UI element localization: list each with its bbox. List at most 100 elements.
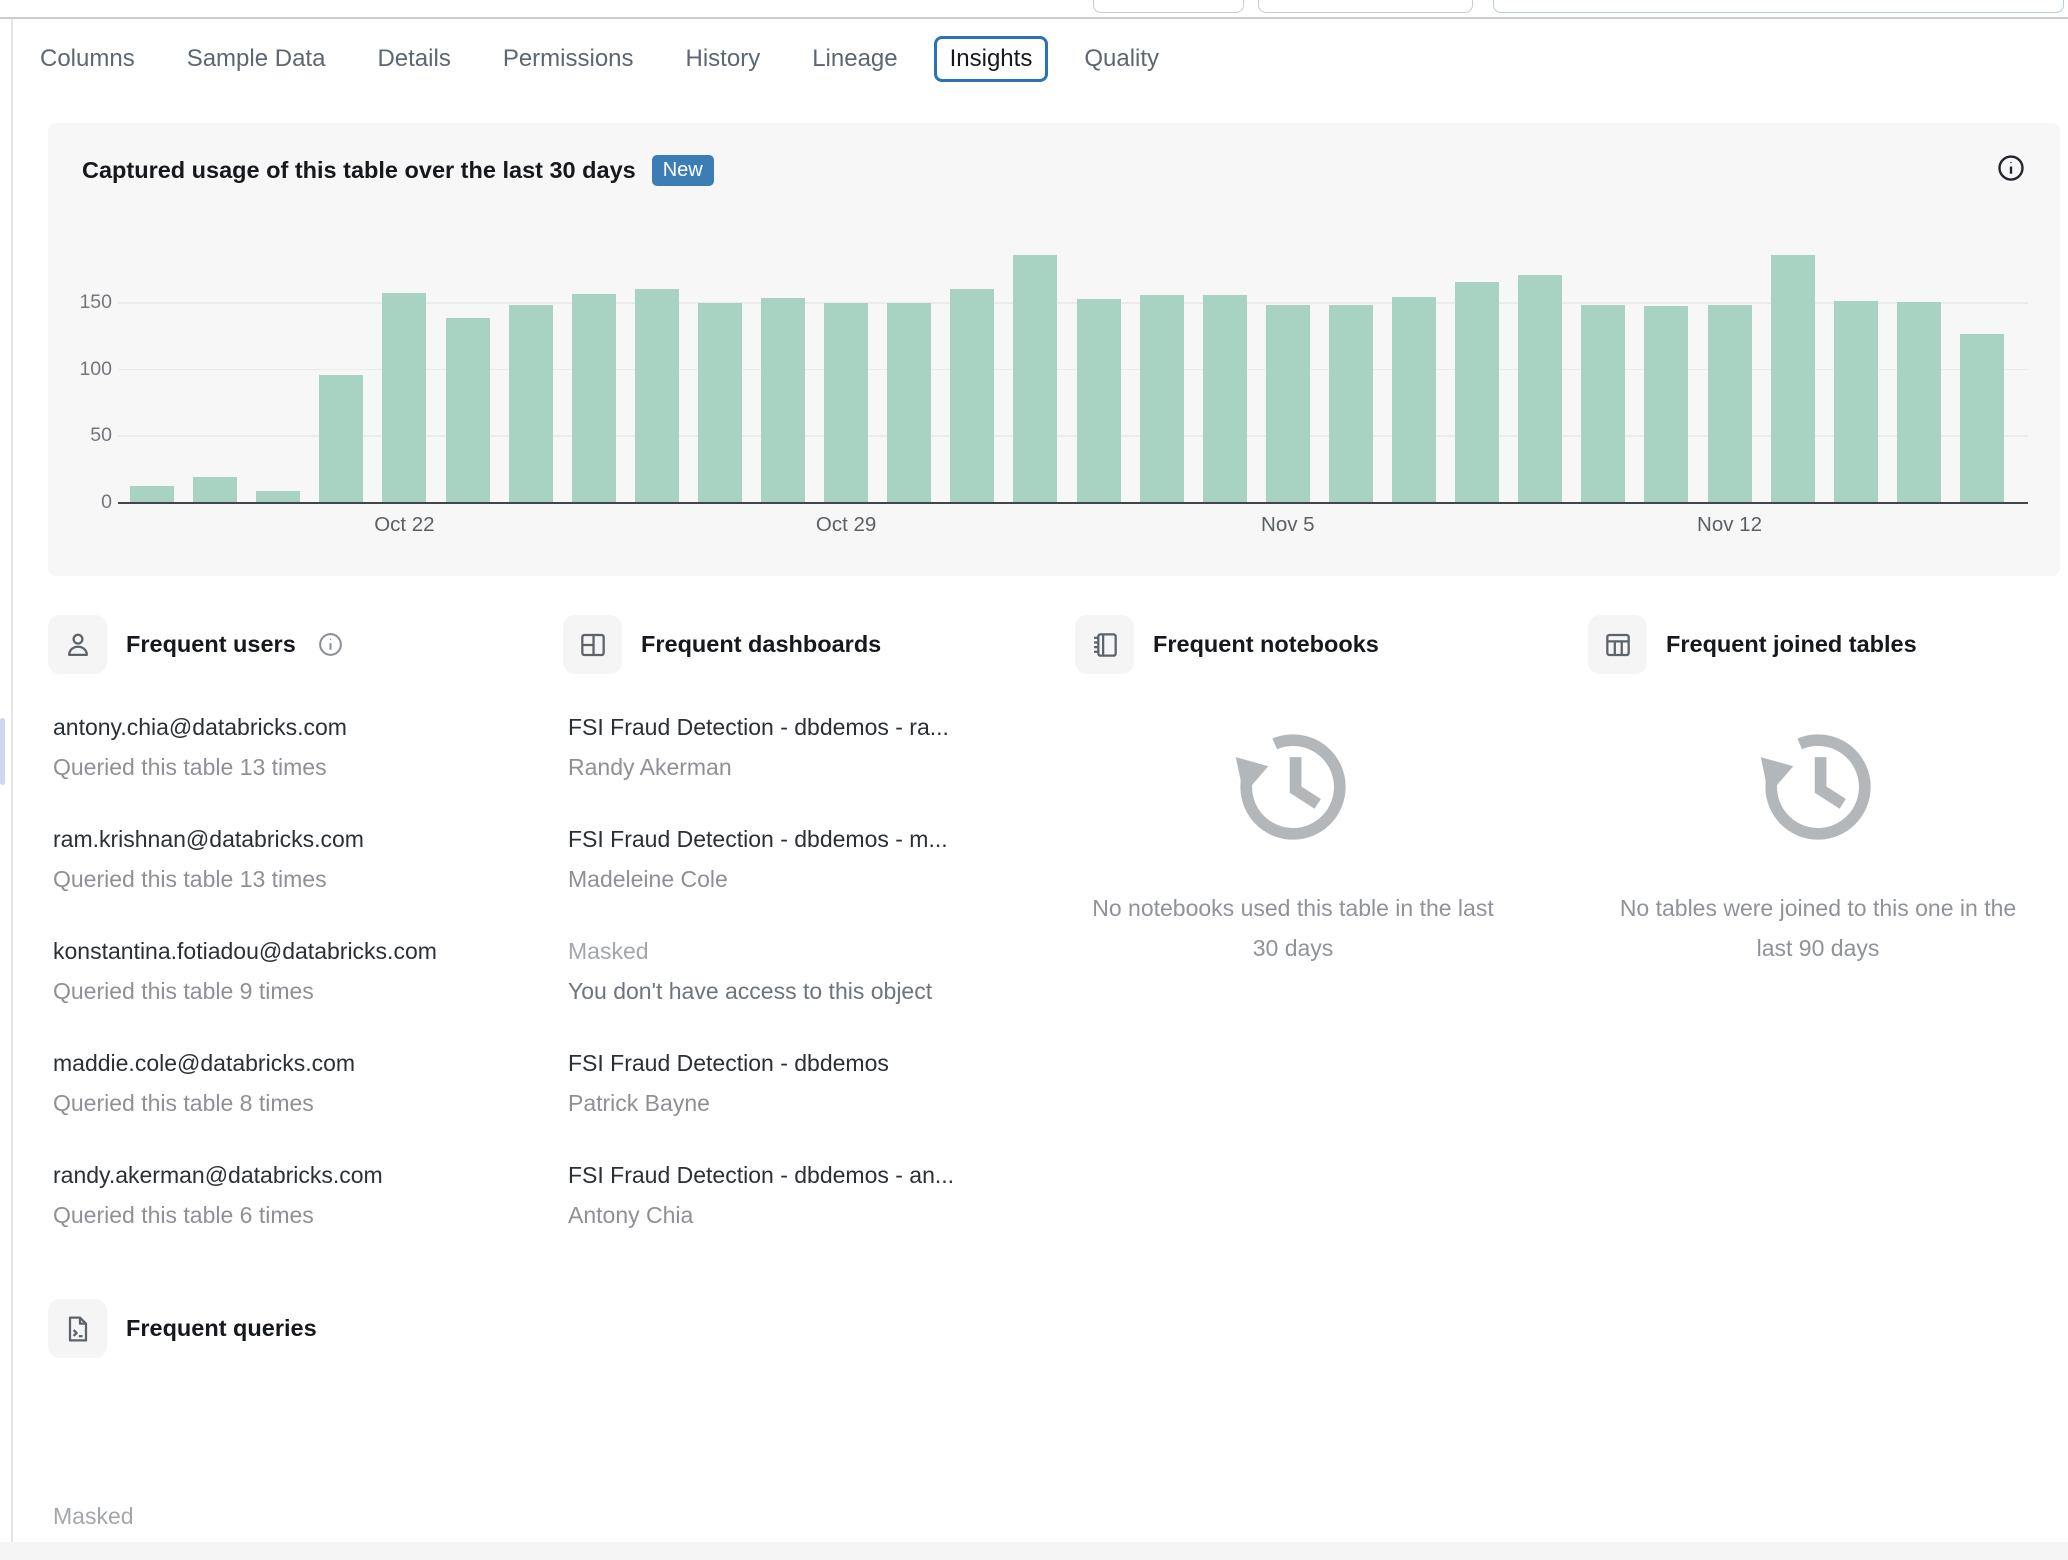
usage-bar <box>445 318 490 502</box>
usage-bar <box>1896 302 1941 502</box>
y-axis-tick: 0 <box>101 491 112 513</box>
empty-state-text: No notebooks used this table in the last <box>1092 895 1494 921</box>
usage-bar <box>1076 299 1121 502</box>
list-item: randy.akerman@databricks.com Queried thi… <box>53 1160 383 1230</box>
frequent-users-title: Frequent users <box>126 631 296 657</box>
user-email: maddie.cole@databricks.com <box>53 1050 356 1076</box>
frequent-users-column: Frequent users antony.chia@databricks.co… <box>48 615 548 1265</box>
user-query-count: Queried this table 8 times <box>53 1090 314 1116</box>
frequent-joined-tables-title: Frequent joined tables <box>1666 631 1917 657</box>
tab-sample-data[interactable]: Sample Data <box>187 45 326 73</box>
dashboard-name[interactable]: FSI Fraud Detection - dbdemos - an... <box>568 1160 954 1190</box>
y-axis-tick: 50 <box>90 424 112 447</box>
frequent-dashboards-column: Frequent dashboards FSI Fraud Detection … <box>563 615 1063 1265</box>
user-email: antony.chia@databricks.com <box>53 714 347 740</box>
table-icon <box>1588 615 1647 674</box>
list-item: antony.chia@databricks.com Queried this … <box>53 712 347 782</box>
insights-page: Columns Sample Data Details Permissions … <box>0 0 2068 1560</box>
list-item: FSI Fraud Detection - dbdemos - m... Mad… <box>568 824 948 894</box>
user-query-count: Queried this table 9 times <box>53 978 314 1004</box>
usage-bar <box>1328 304 1373 502</box>
usage-bar <box>1770 255 1815 502</box>
history-clock-icon <box>1228 722 1358 852</box>
list-item: maddie.cole@databricks.com Queried this … <box>53 1048 355 1118</box>
empty-state-text: No tables were joined to this one in the <box>1619 895 2017 921</box>
x-axis-tick: Oct 29 <box>815 513 877 536</box>
notebooks-empty-state: No notebooks used this table in the last… <box>1075 888 1511 968</box>
y-axis-tick: 100 <box>79 357 112 380</box>
usage-bar <box>1644 306 1689 502</box>
users-info-icon[interactable] <box>317 631 344 658</box>
list-item: FSI Fraud Detection - dbdemos Patrick Ba… <box>568 1048 889 1118</box>
cropped-toolbar-search[interactable] <box>1493 0 2064 13</box>
tab-details[interactable]: Details <box>377 45 450 73</box>
empty-state-text: 30 days <box>1252 935 1334 961</box>
usage-bar <box>761 298 805 502</box>
usage-bar <box>1265 304 1310 502</box>
tab-lineage[interactable]: Lineage <box>812 45 897 73</box>
dashboard-icon <box>563 615 622 674</box>
left-scroll-indicator[interactable] <box>0 718 5 785</box>
list-item: ram.krishnan@databricks.com Queried this… <box>53 824 364 894</box>
usage-bar <box>319 375 364 502</box>
x-axis-tick: Nov 5 <box>1261 513 1315 536</box>
x-axis-line <box>118 502 2028 504</box>
usage-card: 0 50 100 150 Oct 22 Oct 29 Nov 5 Nov 12 Capture… <box>48 123 2060 576</box>
usage-bar <box>887 303 932 502</box>
info-icon[interactable] <box>1996 153 2026 183</box>
user-query-count: Queried this table 13 times <box>53 754 327 780</box>
dashboard-name[interactable]: FSI Fraud Detection - dbdemos - ra... <box>568 712 949 742</box>
x-axis-tick: Nov 12 <box>1697 513 1762 536</box>
query-file-icon <box>48 1299 107 1358</box>
tab-columns[interactable]: Columns <box>40 45 135 73</box>
usage-bar <box>1455 282 1500 502</box>
bottom-band <box>0 1542 2068 1560</box>
dashboard-owner: Patrick Bayne <box>568 1090 710 1116</box>
usage-card-title: Captured usage of this table over the la… <box>82 157 636 183</box>
tab-quality[interactable]: Quality <box>1084 45 1159 73</box>
left-panel-edge <box>11 19 13 1542</box>
cropped-toolbar-button-1[interactable] <box>1093 0 1244 13</box>
user-email: randy.akerman@databricks.com <box>53 1162 383 1188</box>
usage-bar <box>256 491 301 502</box>
usage-bar <box>1139 295 1184 502</box>
usage-chart: 0 50 100 150 Oct 22 Oct 29 Nov 5 Nov 12 <box>48 123 2060 576</box>
frequent-joined-tables-column: Frequent joined tables No tables were jo… <box>1588 615 2068 1265</box>
usage-bar <box>382 292 427 502</box>
cropped-toolbar-button-2[interactable] <box>1258 0 1473 13</box>
usage-bar <box>950 288 995 502</box>
list-item: konstantina.fotiadou@databricks.com Quer… <box>53 936 437 1006</box>
dashboard-name[interactable]: FSI Fraud Detection - dbdemos - m... <box>568 824 948 854</box>
usage-bar <box>634 288 679 502</box>
usage-bar <box>1518 275 1563 502</box>
usage-bar <box>824 303 869 502</box>
frequent-notebooks-title: Frequent notebooks <box>1153 631 1379 657</box>
usage-bar <box>1707 304 1752 502</box>
dashboard-name[interactable]: FSI Fraud Detection - dbdemos <box>568 1048 889 1078</box>
frequent-queries-section: Frequent queries Masked You don't have a… <box>48 1299 748 1560</box>
usage-bar <box>697 303 742 502</box>
user-icon <box>48 615 107 674</box>
frequent-notebooks-column: Frequent notebooks No notebooks used thi… <box>1075 615 1575 1265</box>
dashboard-owner: Randy Akerman <box>568 754 732 780</box>
x-axis-tick: Oct 22 <box>374 513 435 536</box>
tab-permissions[interactable]: Permissions <box>503 45 634 73</box>
user-email: ram.krishnan@databricks.com <box>53 826 364 852</box>
user-email: konstantina.fotiadou@databricks.com <box>53 938 437 964</box>
usage-bar <box>1013 255 1058 502</box>
y-axis-tick: 150 <box>79 291 112 313</box>
list-item: FSI Fraud Detection - dbdemos - ra... Ra… <box>568 712 949 782</box>
usage-bar <box>1959 334 2004 502</box>
history-clock-icon <box>1753 722 1883 852</box>
tab-insights[interactable]: Insights <box>933 36 1049 82</box>
usage-bar <box>130 486 174 502</box>
tab-bar: Columns Sample Data Details Permissions … <box>40 30 1159 88</box>
usage-bar <box>1581 304 1626 502</box>
empty-state-text: last 90 days <box>1756 935 1880 961</box>
user-query-count: Queried this table 13 times <box>53 866 327 892</box>
tab-history[interactable]: History <box>686 45 761 73</box>
usage-bar <box>508 304 553 502</box>
usage-bar <box>1202 295 1247 502</box>
frequent-queries-title: Frequent queries <box>126 1315 317 1341</box>
masked-label: Masked <box>53 1503 134 1529</box>
